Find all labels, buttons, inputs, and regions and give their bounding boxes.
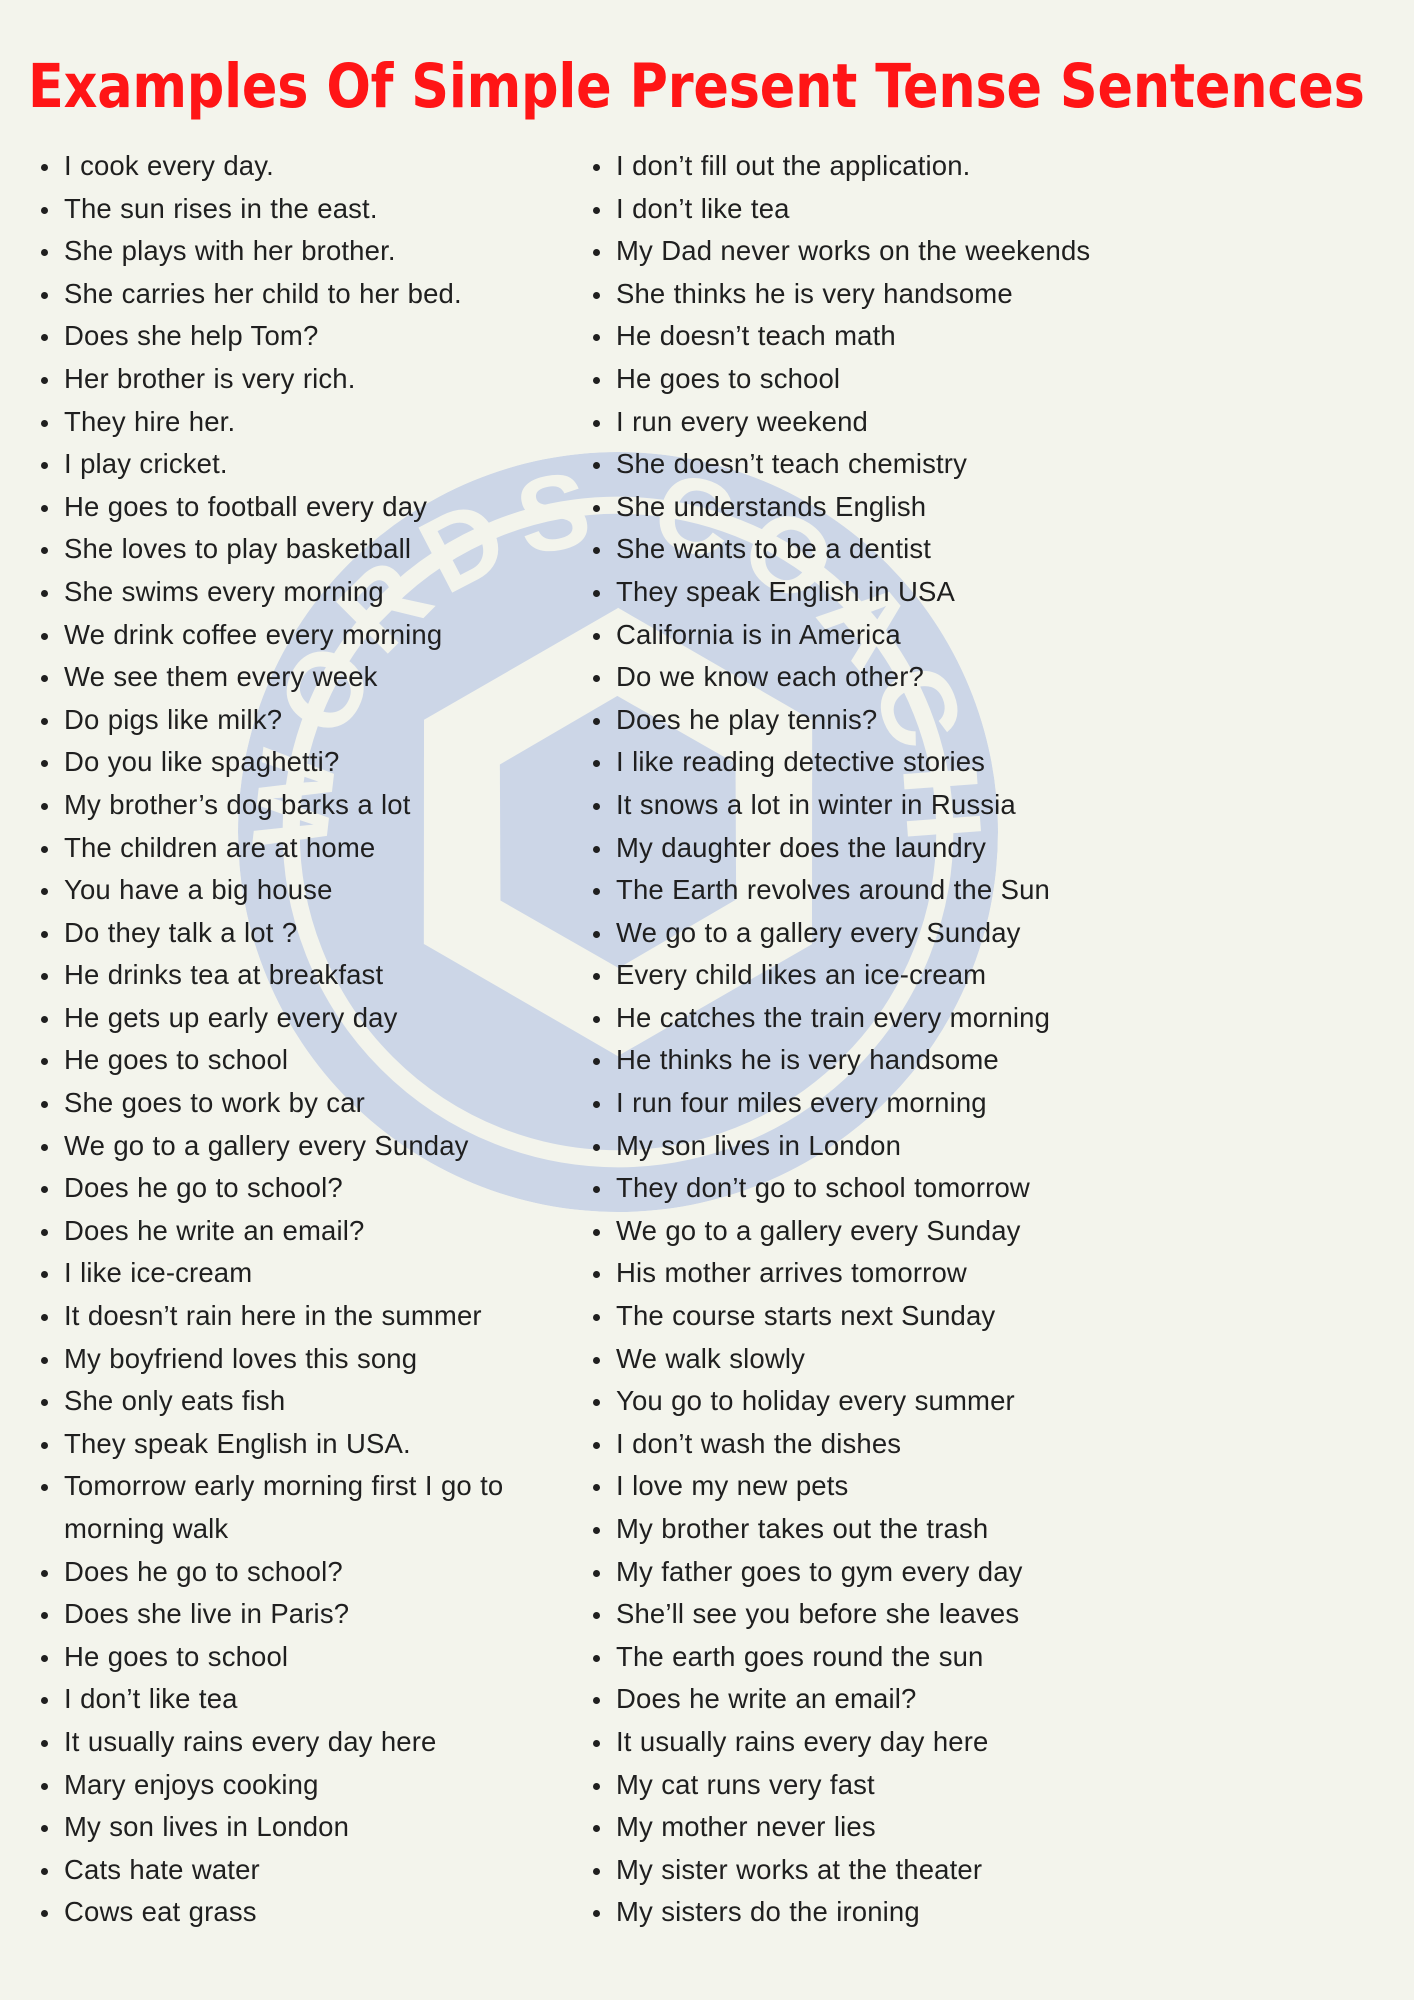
list-item: My brother’s dog barks a lot — [28, 784, 576, 827]
list-item: Does he go to school? — [28, 1551, 576, 1594]
list-item: We go to a gallery every Sunday — [580, 1210, 1376, 1253]
list-item: I don’t like tea — [580, 188, 1376, 231]
list-item: He goes to school — [580, 358, 1376, 401]
list-item: We walk slowly — [580, 1338, 1376, 1381]
list-item: They speak English in USA. — [28, 1423, 576, 1466]
list-item: I don’t wash the dishes — [580, 1423, 1376, 1466]
list-item: Do pigs like milk? — [28, 699, 576, 742]
list-item: They don’t go to school tomorrow — [580, 1167, 1376, 1210]
list-item: He doesn’t teach math — [580, 315, 1376, 358]
list-item: Cows eat grass — [28, 1891, 576, 1934]
two-column-layout: I cook every day. The sun rises in the ea… — [20, 145, 1394, 1934]
list-item: My son lives in London — [580, 1125, 1376, 1168]
list-item: He thinks he is very handsome — [580, 1039, 1376, 1082]
list-item: I don’t like tea — [28, 1678, 576, 1721]
list-item: I play cricket. — [28, 443, 576, 486]
list-item: She doesn’t teach chemistry — [580, 443, 1376, 486]
list-item: She plays with her brother. — [28, 230, 576, 273]
list-item: We drink coffee every morning — [28, 614, 576, 657]
list-item: She swims every morning — [28, 571, 576, 614]
sentence-list-right: I don’t fill out the application. I don’t… — [580, 145, 1376, 1934]
list-item: We see them every week — [28, 656, 576, 699]
list-item: Do they talk a lot ? — [28, 912, 576, 955]
left-column: I cook every day. The sun rises in the ea… — [20, 145, 576, 1934]
list-item: Every child likes an ice-cream — [580, 954, 1376, 997]
list-item: He gets up early every day — [28, 997, 576, 1040]
list-item: California is in America — [580, 614, 1376, 657]
list-item: It doesn’t rain here in the summer — [28, 1295, 576, 1338]
list-item: She wants to be a dentist — [580, 528, 1376, 571]
list-item: I cook every day. — [28, 145, 576, 188]
list-item: He goes to school — [28, 1039, 576, 1082]
list-item: Her brother is very rich. — [28, 358, 576, 401]
list-item: I like reading detective stories — [580, 741, 1376, 784]
list-item: Tomorrow early morning first I go to mor… — [28, 1465, 576, 1550]
list-item: The course starts next Sunday — [580, 1295, 1376, 1338]
list-item: It usually rains every day here — [28, 1721, 576, 1764]
list-item: She’ll see you before she leaves — [580, 1593, 1376, 1636]
list-item: I like ice-cream — [28, 1252, 576, 1295]
list-item: We go to a gallery every Sunday — [580, 912, 1376, 955]
list-item: I run four miles every morning — [580, 1082, 1376, 1125]
list-item: Does she help Tom? — [28, 315, 576, 358]
right-column: I don’t fill out the application. I don’t… — [576, 145, 1376, 1934]
list-item: She only eats fish — [28, 1380, 576, 1423]
list-item: Does he play tennis? — [580, 699, 1376, 742]
list-item: He catches the train every morning — [580, 997, 1376, 1040]
list-item: The Earth revolves around the Sun — [580, 869, 1376, 912]
list-item: He goes to school — [28, 1636, 576, 1679]
list-item: The earth goes round the sun — [580, 1636, 1376, 1679]
list-item: My daughter does the laundry — [580, 827, 1376, 870]
list-item: Does she live in Paris? — [28, 1593, 576, 1636]
list-item: He goes to football every day — [28, 486, 576, 529]
page-root: Examples Of Simple Present Tense Sentenc… — [0, 0, 1414, 2000]
list-item: We go to a gallery every Sunday — [28, 1125, 576, 1168]
list-item: They hire her. — [28, 401, 576, 444]
list-item: It snows a lot in winter in Russia — [580, 784, 1376, 827]
page-title: Examples Of Simple Present Tense Sentenc… — [28, 51, 1365, 122]
list-item: They speak English in USA — [580, 571, 1376, 614]
list-item: It usually rains every day here — [580, 1721, 1376, 1764]
list-item: My mother never lies — [580, 1806, 1376, 1849]
list-item: Does he go to school? — [28, 1167, 576, 1210]
list-item: My brother takes out the trash — [580, 1508, 1376, 1551]
list-item: My father goes to gym every day — [580, 1551, 1376, 1594]
list-item: She understands English — [580, 486, 1376, 529]
list-item: The children are at home — [28, 827, 576, 870]
list-item: Do you like spaghetti? — [28, 741, 576, 784]
list-item: He drinks tea at breakfast — [28, 954, 576, 997]
list-item: My sisters do the ironing — [580, 1891, 1376, 1934]
list-item: My sister works at the theater — [580, 1849, 1376, 1892]
list-item: Does he write an email? — [28, 1210, 576, 1253]
list-item: Does he write an email? — [580, 1678, 1376, 1721]
list-item: You have a big house — [28, 869, 576, 912]
list-item: My Dad never works on the weekends — [580, 230, 1376, 273]
list-item: My son lives in London — [28, 1806, 576, 1849]
list-item: She thinks he is very handsome — [580, 273, 1376, 316]
list-item: My cat runs very fast — [580, 1764, 1376, 1807]
list-item: She loves to play basketball — [28, 528, 576, 571]
list-item: I don’t fill out the application. — [580, 145, 1376, 188]
list-item: I love my new pets — [580, 1465, 1376, 1508]
list-item: Mary enjoys cooking — [28, 1764, 576, 1807]
list-item: She goes to work by car — [28, 1082, 576, 1125]
list-item: My boyfriend loves this song — [28, 1338, 576, 1381]
list-item: You go to holiday every summer — [580, 1380, 1376, 1423]
title-container: Examples Of Simple Present Tense Sentenc… — [20, 0, 1394, 117]
list-item: Cats hate water — [28, 1849, 576, 1892]
list-item: I run every weekend — [580, 401, 1376, 444]
list-item: The sun rises in the east. — [28, 188, 576, 231]
list-item: She carries her child to her bed. — [28, 273, 576, 316]
list-item: Do we know each other? — [580, 656, 1376, 699]
sentence-list-left: I cook every day. The sun rises in the ea… — [28, 145, 576, 1934]
list-item: His mother arrives tomorrow — [580, 1252, 1376, 1295]
